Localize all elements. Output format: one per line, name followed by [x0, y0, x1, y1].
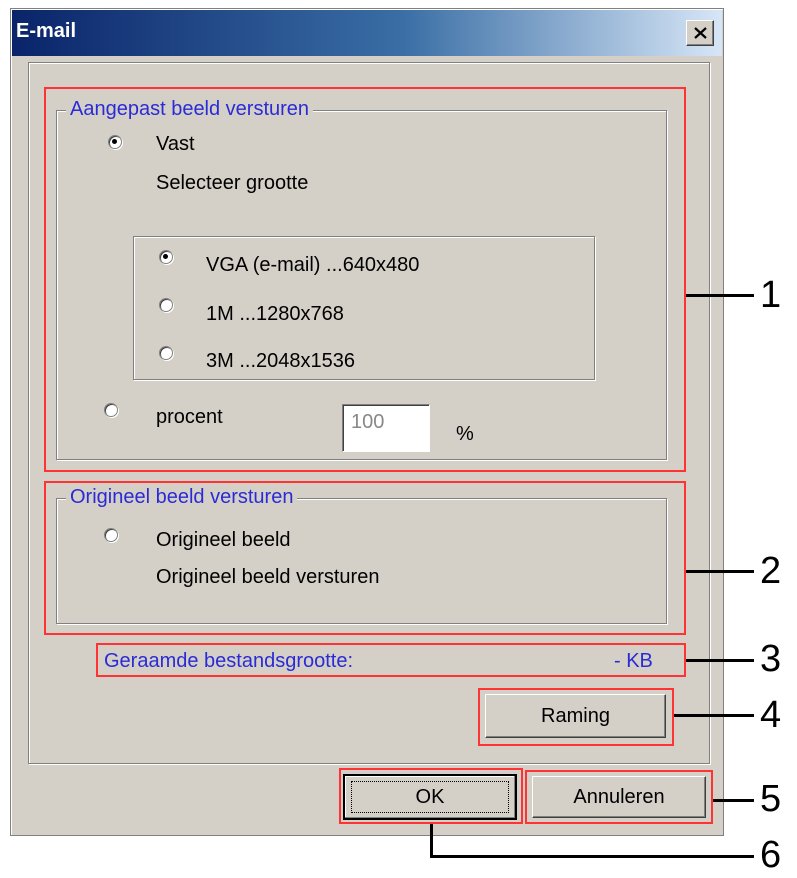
title-bar[interactable]: E-mail — [12, 10, 722, 56]
leader-line-6-vertical — [430, 824, 433, 858]
highlight-2 — [44, 481, 686, 635]
leader-line-3 — [686, 659, 754, 662]
callout-1: 1 — [760, 274, 782, 316]
callout-2: 2 — [760, 550, 782, 592]
close-button[interactable] — [686, 20, 714, 46]
highlight-1 — [44, 87, 686, 472]
leader-line-1 — [686, 294, 754, 297]
leader-line-6-horizontal — [430, 855, 754, 858]
highlight-5 — [525, 770, 713, 824]
callout-6: 6 — [760, 834, 782, 876]
highlight-6 — [339, 768, 523, 824]
callout-4: 4 — [760, 694, 782, 736]
callout-5: 5 — [760, 778, 782, 820]
highlight-3 — [96, 643, 686, 677]
callout-3: 3 — [760, 638, 782, 680]
leader-line-2 — [686, 570, 754, 573]
leader-line-5 — [713, 799, 754, 802]
leader-line-4 — [674, 714, 754, 717]
window-title: E-mail — [16, 20, 77, 42]
close-icon — [694, 27, 707, 39]
highlight-4 — [478, 688, 674, 746]
